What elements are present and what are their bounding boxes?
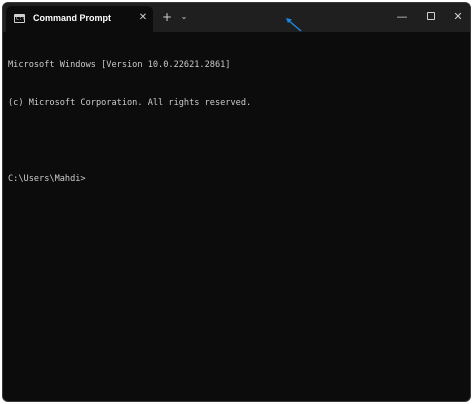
tab-command-prompt[interactable]: C:\ Command Prompt ✕ — [6, 6, 153, 32]
command-prompt-line[interactable]: C:\Users\Mahdi> — [8, 173, 466, 186]
chevron-down-icon[interactable]: ⌄ — [176, 8, 192, 26]
command-prompt-window: C:\ Command Prompt ✕ + ⌄ — ✕ Microsoft W… — [2, 2, 471, 402]
minimize-button[interactable]: — — [387, 3, 417, 32]
annotation-arrow-icon — [286, 18, 302, 32]
title-bar[interactable]: C:\ Command Prompt ✕ + ⌄ — ✕ — [3, 3, 470, 32]
new-tab-button[interactable]: + — [159, 8, 175, 26]
tab-title: Command Prompt — [33, 13, 112, 23]
terminal-line: Microsoft Windows [Version 10.0.22621.28… — [8, 60, 231, 71]
tab-close-icon[interactable]: ✕ — [136, 11, 150, 25]
terminal-output[interactable]: Microsoft Windows [Version 10.0.22621.28… — [8, 34, 466, 397]
cmd-icon: C:\ — [14, 14, 26, 23]
maximize-button[interactable] — [416, 3, 446, 32]
maximize-icon — [427, 12, 435, 20]
terminal-line: (c) Microsoft Corporation. All rights re… — [8, 97, 252, 108]
close-button[interactable]: ✕ — [443, 3, 470, 32]
